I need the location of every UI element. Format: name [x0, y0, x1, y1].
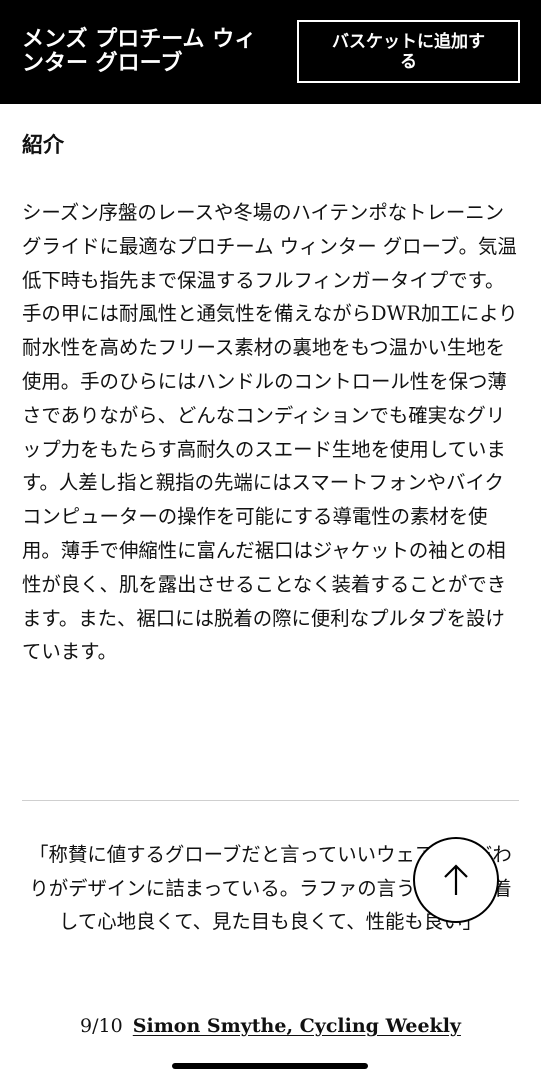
product-title: メンズ プロチーム ウィンター グローブ [22, 27, 257, 76]
home-indicator [172, 1063, 368, 1069]
description-heading: 紹介 [22, 133, 64, 157]
scroll-to-top-button[interactable] [413, 837, 499, 923]
review-author-link[interactable]: Simon Smythe, Cycling Weekly [133, 1015, 461, 1037]
review-score: 9/10 [80, 1015, 123, 1037]
review-credit: 9/10 Simon Smythe, Cycling Weekly [0, 1011, 541, 1041]
arrow-up-icon [444, 864, 468, 895]
product-description: シーズン序盤のレースや冬場のハイテンポなトレーニングライドに最適なプロチーム ウ… [22, 201, 518, 664]
section-divider [22, 800, 519, 801]
product-header-bar: メンズ プロチーム ウィンター グローブ バスケットに追加する [0, 0, 541, 104]
add-to-basket-button[interactable]: バスケットに追加する [297, 20, 520, 83]
